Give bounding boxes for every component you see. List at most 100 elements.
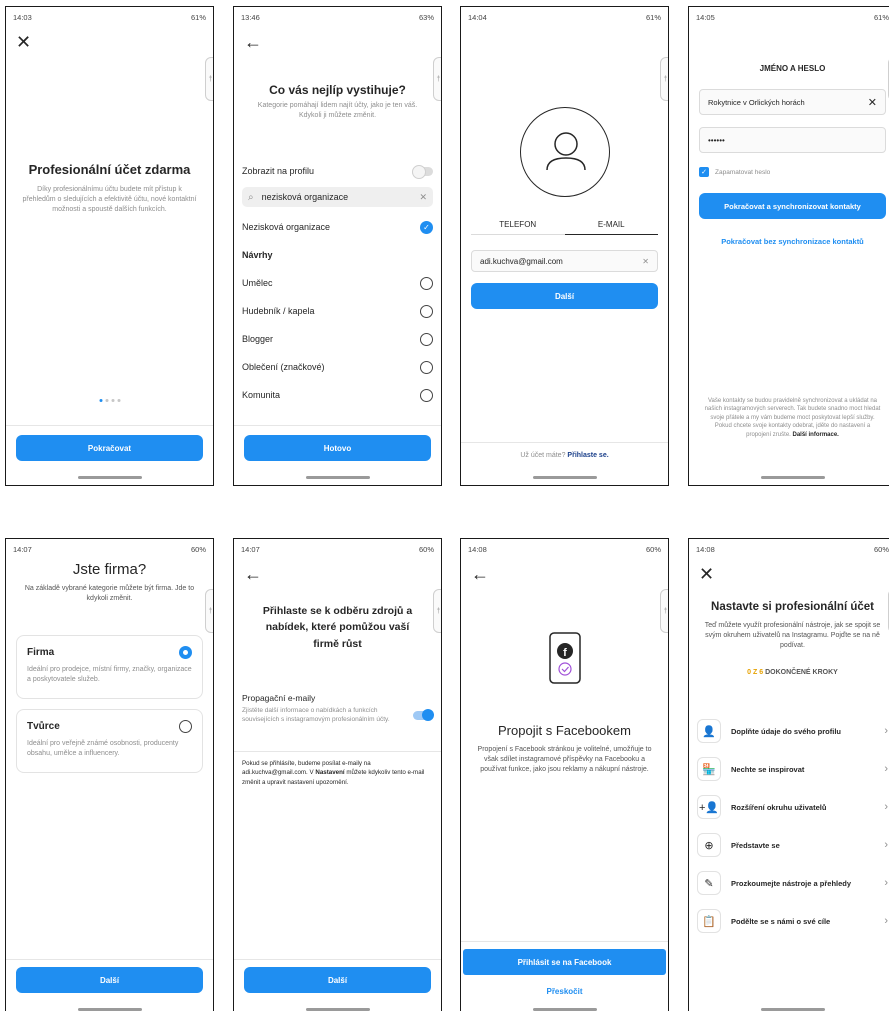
screen-business-type: 14:07 60% † Jste firma? Na základě vybra… [5, 538, 214, 1011]
settings-link[interactable]: Nastavení [315, 769, 344, 776]
radio-button[interactable] [420, 304, 433, 318]
next-button[interactable]: Další [471, 283, 658, 309]
continue-button[interactable]: Pokračovat [16, 435, 203, 461]
profile-icon: 👤 [697, 719, 721, 743]
screen-category: 13:46 63% ← † Co vás nejlíp vystihuje? K… [233, 6, 442, 486]
status-battery: 60% [873, 544, 889, 554]
divider [461, 442, 668, 443]
list-item[interactable]: ⊕ Představte se › [697, 828, 888, 862]
status-battery: 61% [645, 12, 661, 22]
facebook-login-button[interactable]: Přihlásit se na Facebook [463, 949, 666, 975]
radio-button[interactable] [179, 720, 192, 733]
divider [234, 425, 441, 426]
search-icon: ⌕ [248, 191, 254, 203]
option-creator-card[interactable]: Tvůrce Ideální pro veřejně známé osobnos… [16, 709, 203, 773]
clear-icon[interactable]: ✕ [419, 192, 427, 203]
steps-progress-count: 0 Z 6 [747, 669, 764, 676]
close-icon[interactable]: ✕ [699, 565, 714, 583]
login-link[interactable]: Přihlaste se. [567, 452, 608, 459]
name-input[interactable]: Rokytnice v Orlických horách ✕ [699, 89, 886, 115]
list-item-label: Umělec [242, 278, 273, 288]
home-bar [77, 476, 142, 479]
close-icon[interactable]: ✕ [16, 33, 31, 51]
status-battery: 60% [190, 544, 206, 554]
list-item[interactable]: 👤 Doplňte údaje do svého profilu › [697, 714, 888, 748]
radio-button[interactable] [420, 332, 433, 346]
skip-sync-link[interactable]: Pokračovat bez synchronizace kontaktů [689, 237, 889, 246]
step-label: Podělte se s námi o své cíle [731, 916, 831, 926]
back-arrow-icon[interactable]: ← [244, 565, 262, 583]
step-label: Představte se [731, 840, 780, 850]
list-item[interactable]: Blogger [242, 325, 433, 353]
status-bar: 14:03 61% [13, 11, 206, 23]
status-time: 14:08 [468, 544, 487, 554]
remember-password-row[interactable]: ✓ Zapamatovat heslo [699, 167, 770, 177]
shop-icon: 🏪 [697, 757, 721, 781]
step-label: Doplňte údaje do svého profilu [731, 726, 842, 736]
side-handle-icon[interactable]: † [660, 57, 668, 101]
status-bar: 13:46 63% [241, 11, 434, 23]
side-handle-icon[interactable]: † [433, 57, 441, 101]
clear-icon[interactable]: ✕ [642, 257, 649, 266]
list-item[interactable]: ✎ Prozkoumejte nástroje a přehledy › [697, 866, 888, 900]
list-item[interactable]: Umělec [242, 269, 433, 297]
tab-phone[interactable]: TELEFON [471, 215, 565, 235]
name-value: Rokytnice v Orlických horách [708, 97, 805, 107]
sync-contacts-button[interactable]: Pokračovat a synchronizovat kontakty [699, 193, 886, 219]
list-item[interactable]: Oblečení (značkové) [242, 353, 433, 381]
radio-button[interactable] [420, 388, 433, 402]
promo-emails-description: Zjistěte další informace o nabídkách a f… [242, 707, 390, 724]
page-title: Přihlaste se k odběru zdrojů a nabídek, … [262, 605, 413, 650]
radio-selected-icon[interactable] [179, 646, 192, 659]
list-item[interactable]: 🏪 Nechte se inspirovat › [697, 752, 888, 786]
list-item[interactable]: Komunita [242, 381, 433, 409]
list-item[interactable]: 📋 Podělte se s námi o své cíle › [697, 904, 888, 938]
page-description: Propojení s Facebook stránkou je volitel… [477, 746, 652, 774]
side-handle-icon[interactable]: † [433, 589, 441, 633]
option-business-card[interactable]: Firma Ideální pro prodejce, místní firmy… [16, 635, 203, 699]
option-business-title: Firma [27, 647, 55, 658]
selected-category-row[interactable]: Nezisková organizace ✓ [242, 213, 433, 241]
next-button[interactable]: Další [16, 967, 203, 993]
show-on-profile-toggle[interactable] [412, 164, 433, 179]
suggestions-header-label: Návrhy [242, 250, 273, 260]
category-search-input[interactable]: ⌕ nezisková organizace ✕ [242, 187, 433, 207]
person-icon [545, 132, 586, 171]
side-handle-icon[interactable]: † [205, 589, 213, 633]
list-item-label: Blogger [242, 334, 274, 344]
password-input[interactable]: •••••• [699, 127, 886, 153]
status-battery: 60% [645, 544, 661, 554]
skip-link[interactable]: Přeskočit [461, 987, 668, 996]
screen-name-password: 14:05 61% † JMÉNO A HESLO Rokytnice v Or… [688, 6, 889, 486]
email-input[interactable]: adi.kuchva@gmail.com ✕ [471, 250, 658, 272]
side-handle-icon[interactable]: † [660, 589, 668, 633]
screen-setup-pro-account: 14:08 60% ✕ † Nastavte si profesionální … [688, 538, 889, 1011]
tab-email[interactable]: E-MAIL [564, 215, 658, 235]
divider [6, 959, 213, 960]
checkbox-checked-icon[interactable]: ✓ [699, 167, 709, 177]
next-button[interactable]: Další [244, 967, 431, 993]
done-button[interactable]: Hotovo [244, 435, 431, 461]
divider [6, 425, 213, 426]
side-handle-icon[interactable]: † [205, 57, 213, 101]
status-bar: 14:04 61% [468, 11, 661, 23]
divider [234, 959, 441, 960]
radio-button[interactable] [420, 360, 433, 374]
promo-emails-toggle[interactable] [413, 709, 434, 721]
list-item[interactable]: +👤 Rozšíření okruhu uživatelů › [697, 790, 888, 824]
more-info-link[interactable]: Další informace. [793, 432, 839, 438]
status-time: 14:03 [13, 12, 32, 22]
screen-connect-facebook: 14:08 60% ← † f Propojit s Facebookem Pr… [460, 538, 669, 1011]
clear-icon[interactable]: ✕ [868, 96, 877, 109]
avatar-placeholder [519, 107, 610, 197]
contact-tabs: TELEFON E-MAIL [471, 215, 658, 235]
plus-square-icon: ⊕ [697, 833, 721, 857]
radio-button[interactable] [420, 276, 433, 290]
list-item-label: Oblečení (značkové) [242, 362, 325, 372]
back-arrow-icon[interactable]: ← [244, 33, 262, 51]
list-item[interactable]: Hudebník / kapela [242, 297, 433, 325]
search-value: nezisková organizace [261, 192, 349, 202]
password-value: •••••• [708, 135, 725, 145]
clipboard-icon: 📋 [697, 909, 721, 933]
back-arrow-icon[interactable]: ← [471, 565, 489, 583]
